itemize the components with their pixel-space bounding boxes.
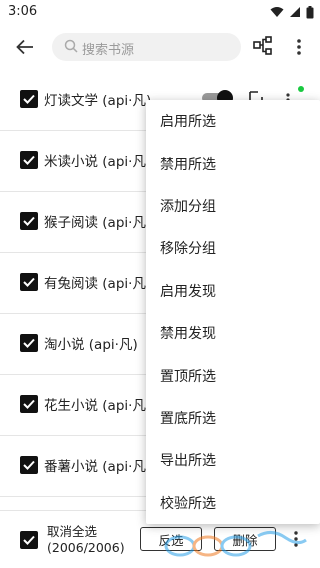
row-checkbox[interactable] <box>20 456 38 474</box>
search-placeholder: 搜索书源 <box>82 43 135 58</box>
invert-selection-button[interactable]: 反选 <box>140 527 202 551</box>
row-checkbox[interactable] <box>20 90 38 108</box>
source-name: 猴子阅读 (api·凡) <box>44 215 152 231</box>
batch-action-menu: 启用所选 禁用所选 添加分组 移除分组 启用发现 禁用发现 置顶所选 置底所选 … <box>146 100 320 524</box>
row-checkbox[interactable] <box>20 334 38 352</box>
menu-item-enable-selected[interactable]: 启用所选 <box>146 100 320 142</box>
group-icon[interactable] <box>252 35 274 57</box>
source-name: 灯读文学 (api·凡) <box>44 93 152 109</box>
signal-icon <box>290 7 300 17</box>
select-all-label[interactable]: 取消全选 (2006/2006) <box>47 524 125 556</box>
menu-item-disable-explore[interactable]: 禁用发现 <box>146 312 320 354</box>
battery-icon <box>306 5 314 18</box>
source-name: 番薯小说 (api·凡) <box>44 459 152 475</box>
source-name: 花生小说 (api·凡) <box>44 398 152 414</box>
menu-item-pin-top[interactable]: 置顶所选 <box>146 354 320 396</box>
wifi-icon <box>270 7 284 17</box>
select-all-checkbox[interactable] <box>20 531 38 549</box>
menu-item-check-selected[interactable]: 校验所选 <box>146 482 320 524</box>
status-bar: 3:06 <box>0 0 320 24</box>
menu-item-remove-group[interactable]: 移除分组 <box>146 227 320 269</box>
menu-item-add-group[interactable]: 添加分组 <box>146 185 320 227</box>
select-count: (2006/2006) <box>47 540 125 555</box>
more-vert-icon[interactable] <box>290 36 308 58</box>
search-icon <box>64 39 78 53</box>
row-checkbox[interactable] <box>20 212 38 230</box>
row-checkbox[interactable] <box>20 151 38 169</box>
search-input[interactable]: 搜索书源 <box>52 33 241 61</box>
top-toolbar: 搜索书源 <box>0 24 320 70</box>
menu-item-export-selected[interactable]: 导出所选 <box>146 439 320 481</box>
source-name: 有兔阅读 (api·凡) <box>44 276 152 292</box>
row-checkbox[interactable] <box>20 273 38 291</box>
back-arrow-icon <box>16 39 33 55</box>
menu-item-pin-bottom[interactable]: 置底所选 <box>146 397 320 439</box>
menu-item-enable-explore[interactable]: 启用发现 <box>146 270 320 312</box>
more-vert-icon[interactable] <box>290 529 302 549</box>
select-all-text: 取消全选 <box>47 524 98 539</box>
row-checkbox[interactable] <box>20 395 38 413</box>
source-name: 淘小说 (api·凡) <box>44 337 138 353</box>
delete-button[interactable]: 删除 <box>214 527 276 551</box>
back-button[interactable] <box>12 34 38 60</box>
source-name: 米读小说 (api·凡) <box>44 154 152 170</box>
online-status-dot <box>298 86 304 92</box>
status-time: 3:06 <box>8 4 38 19</box>
menu-item-disable-selected[interactable]: 禁用所选 <box>146 142 320 184</box>
status-icons <box>270 4 314 20</box>
